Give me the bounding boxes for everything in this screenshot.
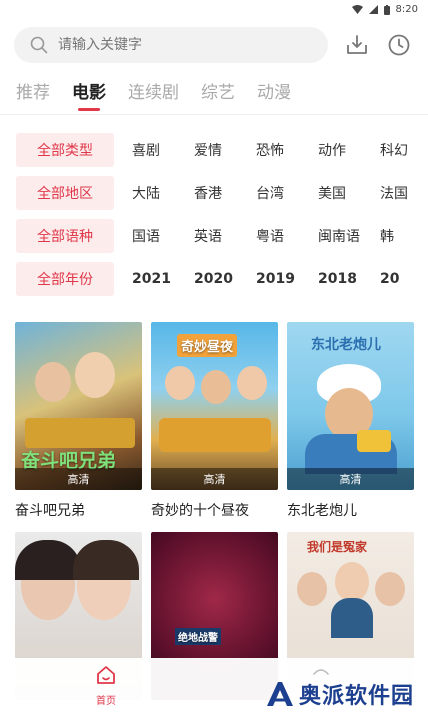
filter-panel: 全部类型 喜剧 爱情 恐怖 动作 科幻 全部地区 大陆 香港 台湾 美国 法国 …: [16, 133, 428, 305]
tab-movies[interactable]: 电影: [72, 78, 106, 111]
filter-option[interactable]: 科幻: [380, 140, 424, 160]
filter-row-language: 全部语种 国语 英语 粤语 闽南语 韩: [16, 219, 428, 253]
quality-badge: 高清: [151, 468, 278, 490]
quality-badge: 高清: [15, 468, 142, 490]
filter-option[interactable]: 美国: [318, 183, 362, 203]
movie-title: 奋斗吧兄弟: [15, 503, 85, 519]
watermark-text: 奥派软件园: [298, 684, 414, 709]
search-box[interactable]: [14, 27, 328, 63]
filter-row-year: 全部年份 2021 2020 2019 2018 20: [16, 262, 428, 296]
filter-row-type: 全部类型 喜剧 爱情 恐怖 动作 科幻: [16, 133, 428, 167]
movie-card[interactable]: 奇妙昼夜 高清 奇妙的十个昼夜: [151, 322, 278, 520]
filter-option[interactable]: 2021: [132, 271, 176, 287]
movie-card[interactable]: 奋斗吧兄弟 高清 奋斗吧兄弟: [15, 322, 142, 520]
filter-option[interactable]: 爱情: [194, 140, 238, 160]
filter-option[interactable]: 2018: [318, 271, 362, 287]
filter-option[interactable]: 2019: [256, 271, 300, 287]
status-bar: 8:20: [0, 0, 428, 22]
filter-all-years[interactable]: 全部年份: [16, 262, 114, 296]
status-icons: 8:20: [351, 4, 418, 15]
filter-all-types[interactable]: 全部类型: [16, 133, 114, 167]
home-icon: [97, 666, 115, 684]
wifi-icon: [351, 5, 363, 14]
battery-icon: [383, 4, 390, 15]
nav-home[interactable]: 首页: [86, 664, 126, 707]
tab-anime[interactable]: 动漫: [257, 78, 291, 111]
filter-option[interactable]: 粤语: [256, 226, 300, 246]
filter-option[interactable]: 喜剧: [132, 140, 176, 160]
filter-row-region: 全部地区 大陆 香港 台湾 美国 法国: [16, 176, 428, 210]
filter-option[interactable]: 国语: [132, 226, 176, 246]
clock-icon: [388, 34, 410, 56]
poster-title-text: 我们是冤家: [307, 540, 368, 554]
quality-badge: 高清: [287, 468, 414, 490]
movie-poster[interactable]: 奇妙昼夜 高清: [151, 322, 278, 490]
download-button[interactable]: [344, 32, 370, 58]
tab-variety[interactable]: 综艺: [201, 78, 235, 111]
poster-title-text: 奇妙昼夜: [177, 334, 238, 357]
filter-option[interactable]: 英语: [194, 226, 238, 246]
search-icon: [30, 36, 48, 54]
filter-option[interactable]: 动作: [318, 140, 362, 160]
poster-title-text: 东北老炮儿: [311, 337, 381, 353]
filter-all-languages[interactable]: 全部语种: [16, 219, 114, 253]
filter-all-regions[interactable]: 全部地区: [16, 176, 114, 210]
filter-option[interactable]: 恐怖: [256, 140, 300, 160]
movie-poster[interactable]: 东北老炮儿 高清: [287, 322, 414, 490]
tab-series[interactable]: 连续剧: [128, 78, 179, 111]
category-tabs: 推荐 电影 连续剧 综艺 动漫: [16, 78, 313, 111]
search-input[interactable]: [56, 36, 300, 54]
bottom-nav: 首页 奥派软件园: [0, 658, 428, 720]
filter-option[interactable]: 2020: [194, 271, 238, 287]
nav-home-label: 首页: [96, 696, 116, 707]
filter-option[interactable]: 20: [380, 271, 424, 287]
movie-title: 东北老炮儿: [287, 503, 357, 519]
status-time: 8:20: [395, 4, 418, 15]
signal-icon: [368, 5, 378, 14]
filter-option[interactable]: 闽南语: [318, 226, 362, 246]
aopai-logo-icon: [266, 682, 293, 706]
top-bar: [14, 26, 416, 64]
filter-option[interactable]: 台湾: [256, 183, 300, 203]
tab-recommend[interactable]: 推荐: [16, 78, 50, 111]
filter-option[interactable]: 大陆: [132, 183, 176, 203]
movie-title: 奇妙的十个昼夜: [151, 503, 249, 519]
watermark: 奥派软件园: [265, 678, 414, 710]
poster-title-text: 绝地战警: [175, 628, 221, 645]
movie-poster[interactable]: 奋斗吧兄弟 高清: [15, 322, 142, 490]
filter-option[interactable]: 韩: [380, 226, 424, 246]
filter-option[interactable]: 法国: [380, 183, 424, 203]
tabs-divider: [0, 114, 428, 115]
download-icon: [347, 35, 367, 54]
movie-card[interactable]: 东北老炮儿 高清 东北老炮儿: [287, 322, 414, 520]
filter-option[interactable]: 香港: [194, 183, 238, 203]
history-button[interactable]: [386, 32, 412, 58]
